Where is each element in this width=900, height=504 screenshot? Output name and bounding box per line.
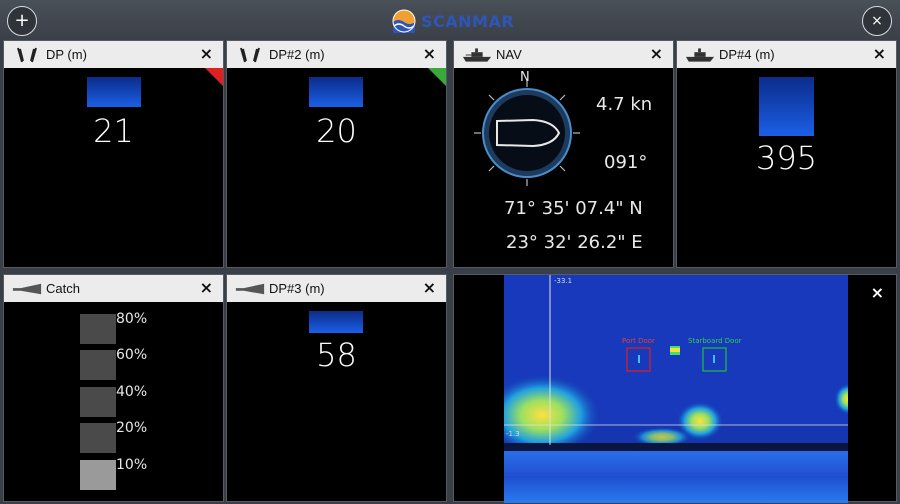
panel-body: 20: [227, 68, 446, 267]
panel-dp2: DP#2 (m) × 20: [226, 40, 447, 268]
depth-value: 21: [93, 112, 134, 150]
top-bar: + SCANMAR ×: [0, 0, 900, 40]
panel-body: 58: [227, 302, 446, 501]
close-icon[interactable]: ×: [200, 46, 213, 62]
panel-title: Catch: [46, 281, 80, 296]
close-icon[interactable]: ×: [873, 46, 886, 62]
panel-title: DP#4 (m): [719, 47, 775, 62]
brand-logo: SCANMAR: [392, 8, 514, 34]
panel-sonar: -33.1 -1.3 Port Door Starboard Door ×: [453, 274, 897, 503]
trawl-door-icon: [235, 46, 265, 64]
panel-body: 395: [677, 68, 896, 267]
catch-level-box: [80, 387, 116, 417]
panel-header: DP#3 (m) ×: [227, 275, 446, 302]
ship-icon: [685, 47, 715, 63]
scanmar-logo-icon: [392, 9, 416, 33]
catch-level-label: 10%: [116, 457, 148, 473]
panel-body: N 4.7 kn 091° 71° 35' 07.4" N 23° 32' 26…: [454, 68, 673, 267]
longitude-readout: 23° 32' 26.2" E: [506, 232, 643, 253]
catch-level-label: 40%: [116, 384, 148, 400]
depth-value: 395: [755, 139, 818, 177]
close-icon[interactable]: ×: [650, 46, 663, 62]
catch-level-label: 60%: [116, 347, 148, 363]
panel-title: DP#2 (m): [269, 47, 325, 62]
panel-body: 21: [4, 68, 223, 267]
depth-value: 20: [316, 112, 357, 150]
depth-bar: [759, 77, 814, 136]
trawl-door-icon: [12, 46, 42, 64]
catch-level-box: [80, 423, 116, 453]
panel-nav: NAV × N 4.7 kn 091° 71° 35' 07.4" N 23° …: [453, 40, 674, 268]
speed-readout: 4.7 kn: [596, 94, 653, 115]
panel-title: NAV: [496, 47, 522, 62]
panel-header: NAV ×: [454, 41, 673, 68]
compass: [474, 80, 580, 186]
depth-bar: [87, 77, 141, 107]
panel-header: Catch ×: [4, 275, 223, 302]
panel-header: DP (m) ×: [4, 41, 223, 68]
compass-north-label: N: [520, 70, 530, 85]
sonar-depth-top-label: -33.1: [554, 277, 573, 285]
heading-readout: 091°: [604, 152, 648, 173]
close-icon[interactable]: ×: [423, 46, 436, 62]
port-door-label: Port Door: [622, 337, 655, 345]
trawl-net-icon: [235, 282, 265, 296]
panel-title: DP#3 (m): [269, 281, 325, 296]
catch-level-label: 80%: [116, 311, 148, 327]
catch-level-box-filled: [80, 460, 116, 490]
depth-bar: [309, 77, 363, 107]
close-icon[interactable]: ×: [200, 280, 213, 296]
status-flag-green: [428, 68, 446, 86]
add-panel-button[interactable]: +: [7, 6, 37, 36]
catch-level-label: 20%: [116, 420, 148, 436]
status-flag-red: [205, 68, 223, 86]
panel-title: DP (m): [46, 47, 87, 62]
close-all-button[interactable]: ×: [862, 6, 892, 36]
trawl-net-icon: [12, 282, 42, 296]
panel-dp4: DP#4 (m) × 395: [676, 40, 897, 268]
panel-header: DP#4 (m) ×: [677, 41, 896, 68]
ship-icon: [462, 47, 492, 63]
brand-name: SCANMAR: [421, 11, 515, 31]
panel-header: DP#2 (m) ×: [227, 41, 446, 68]
close-icon[interactable]: ×: [871, 283, 884, 302]
sonar-view: -33.1 -1.3 Port Door Starboard Door ×: [454, 275, 896, 503]
catch-level-box: [80, 350, 116, 380]
catch-level-box: [80, 314, 116, 344]
panel-dp3: DP#3 (m) × 58: [226, 274, 447, 502]
sonar-echogram: [504, 275, 848, 503]
close-icon[interactable]: ×: [423, 280, 436, 296]
starboard-door-label: Starboard Door: [688, 337, 742, 345]
depth-bar: [309, 311, 363, 333]
latitude-readout: 71° 35' 07.4" N: [504, 198, 643, 219]
panel-body: 80% 60% 40% 20% 10%: [4, 302, 223, 501]
sonar-depth-side-label: -1.3: [506, 430, 520, 438]
panel-catch: Catch × 80% 60% 40% 20% 10%: [3, 274, 224, 502]
panel-dp1: DP (m) × 21: [3, 40, 224, 268]
depth-value: 58: [316, 336, 357, 374]
